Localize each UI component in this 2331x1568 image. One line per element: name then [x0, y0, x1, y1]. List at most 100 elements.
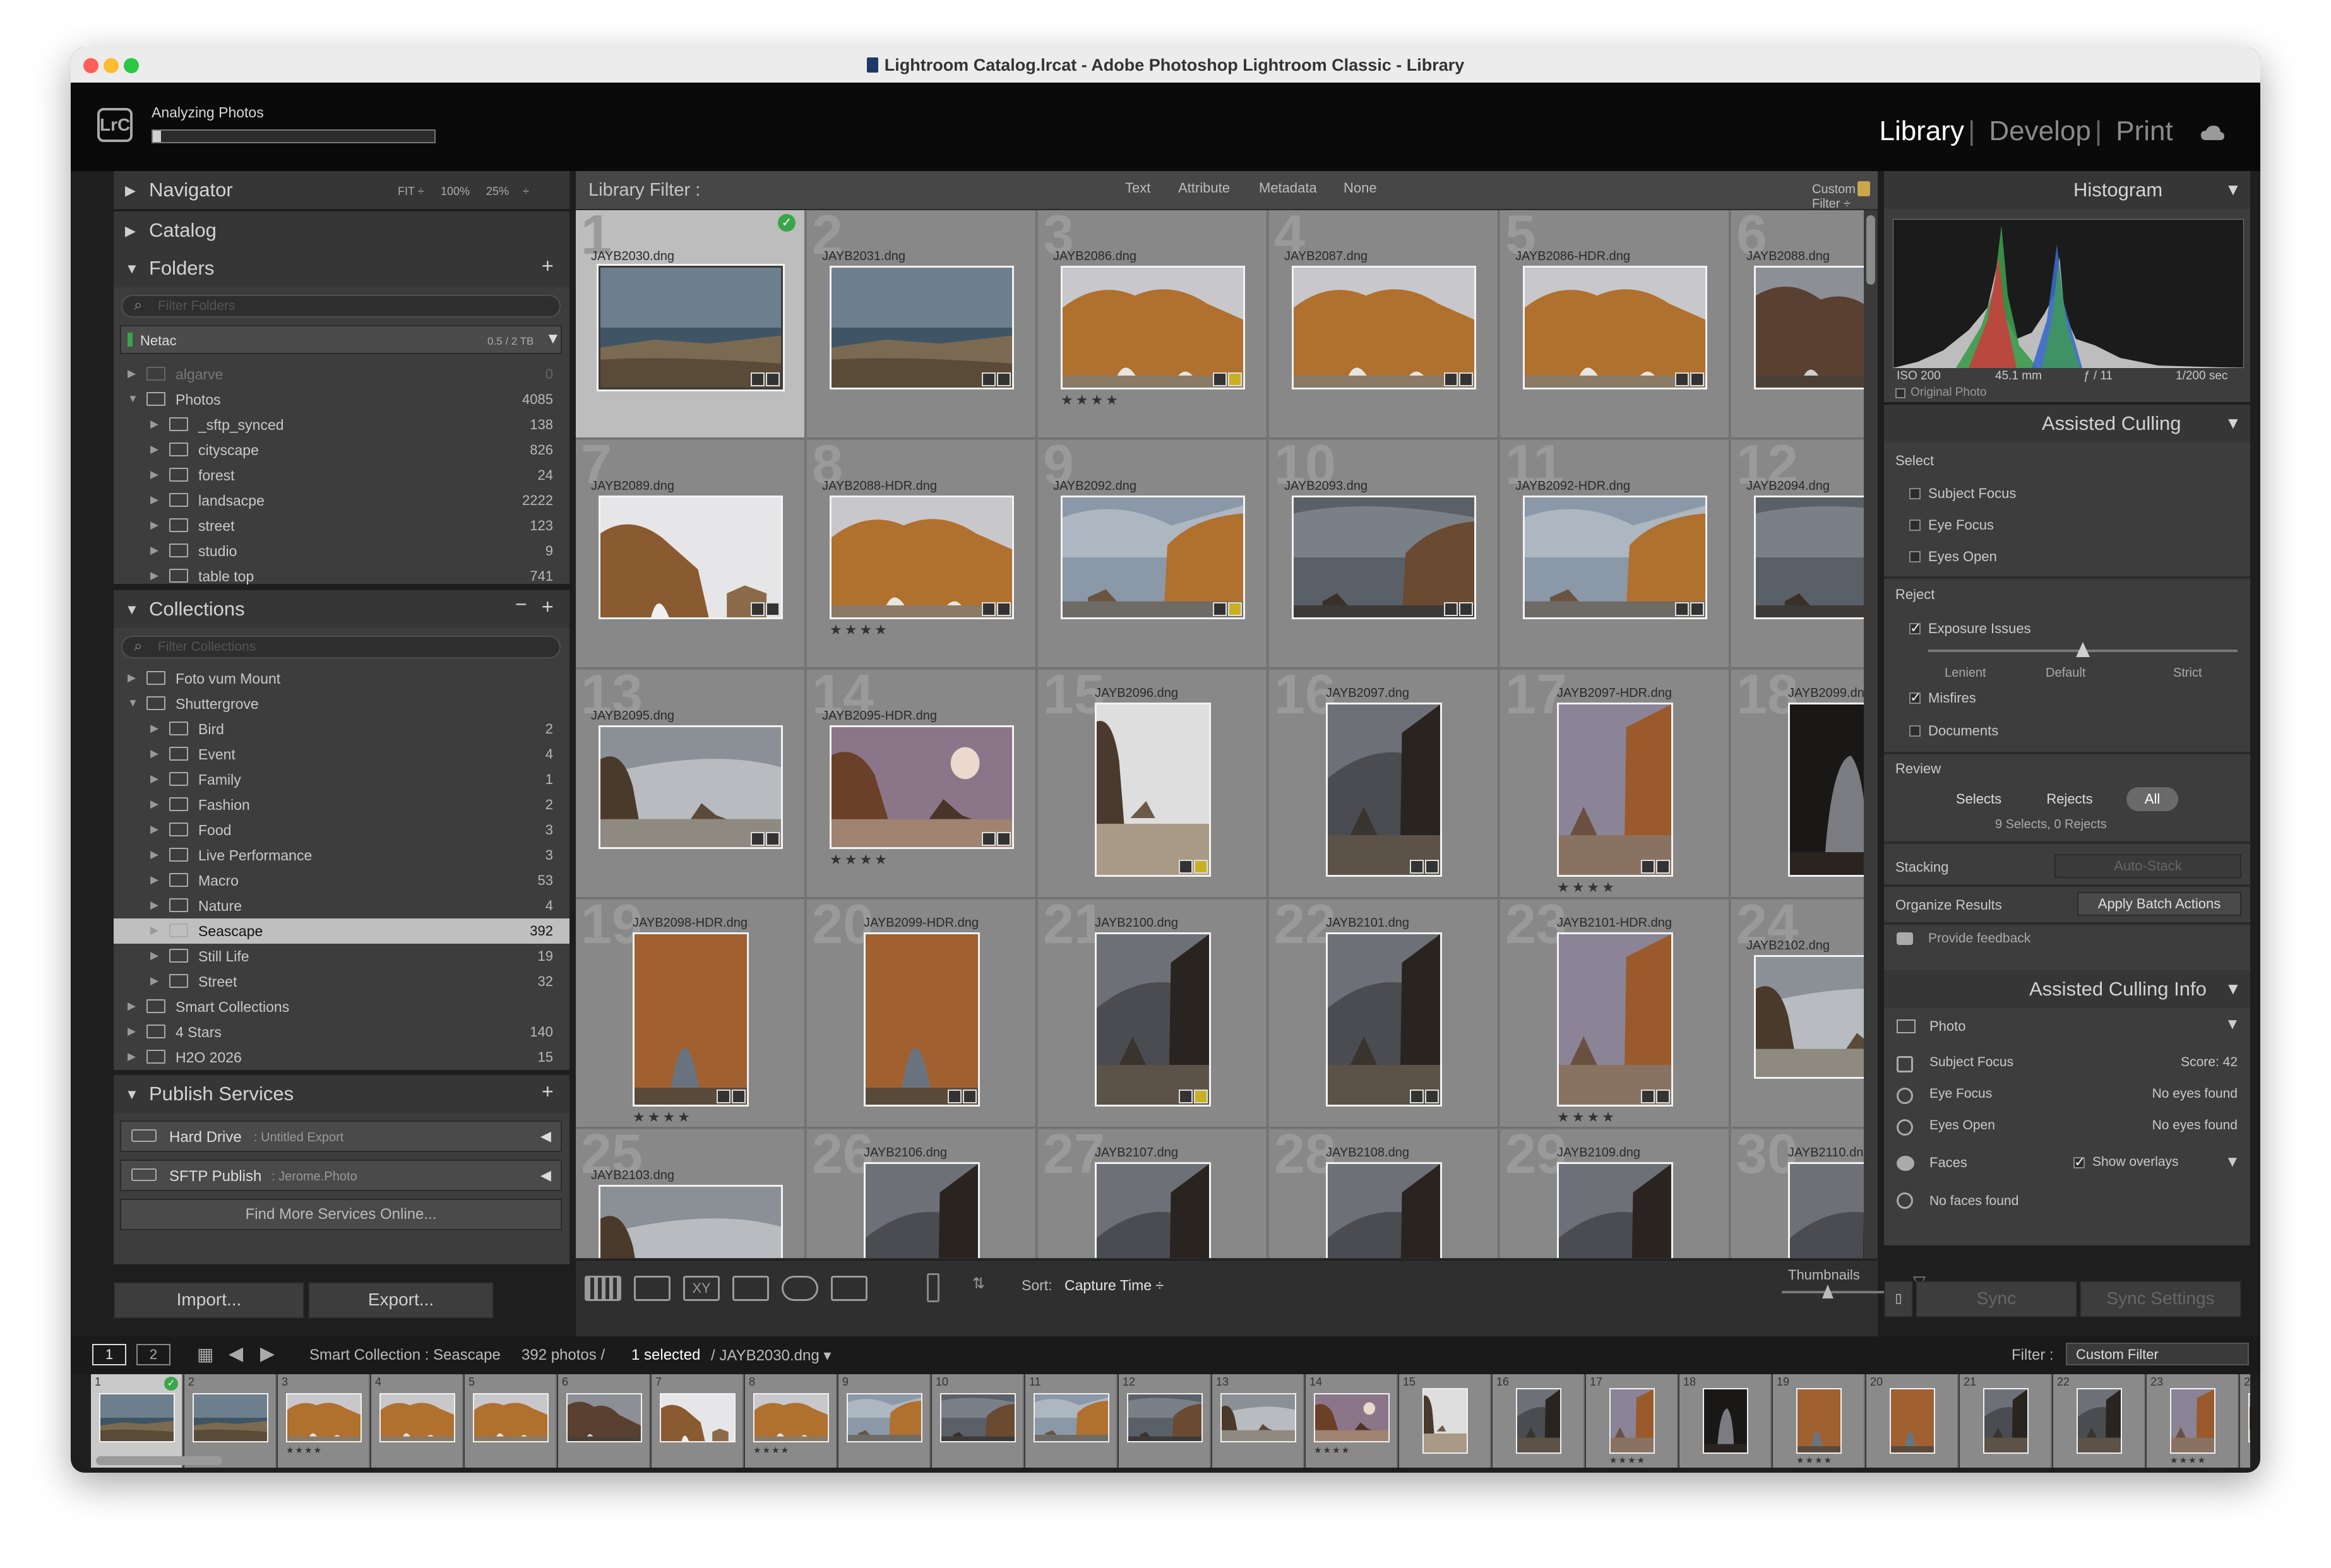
grid-cell[interactable]: 16 JAYB2097.dng: [1269, 670, 1499, 898]
filmstrip-cell[interactable]: 3 ★★★★: [278, 1374, 370, 1468]
review-option-all[interactable]: All: [2126, 787, 2178, 811]
filmstrip-thumbnail[interactable]: [566, 1393, 642, 1442]
filmstrip-thumbnail[interactable]: [940, 1393, 1016, 1442]
filmstrip-cell[interactable]: 17 ★★★★: [1586, 1374, 1678, 1468]
forward-arrow-icon[interactable]: ▶: [260, 1343, 275, 1365]
grid-cell[interactable]: 29 JAYB2109.dng: [1500, 1129, 1730, 1258]
filmstrip-cell[interactable]: 1 ✓: [91, 1374, 183, 1468]
filmstrip-thumbnail[interactable]: [660, 1393, 736, 1442]
filmstrip-cell[interactable]: 4: [371, 1374, 463, 1468]
filmstrip-thumbnail[interactable]: [2170, 1388, 2215, 1454]
grid-cell[interactable]: 13 JAYB2095.dng: [576, 670, 806, 898]
develop-badge-icon[interactable]: [1228, 372, 1242, 386]
filmstrip-cell[interactable]: 23 ★★★★: [2147, 1374, 2239, 1468]
secondary-window-button[interactable]: 2: [136, 1344, 170, 1365]
disclosure-closed-icon[interactable]: ▶: [150, 418, 158, 431]
main-window-button[interactable]: 1: [92, 1344, 126, 1365]
thumbnail-badges[interactable]: [1212, 372, 1242, 386]
develop-badge-icon[interactable]: [1690, 372, 1704, 386]
collection-item-family[interactable]: ▶ Family 1: [114, 767, 569, 792]
thumbnail-badges[interactable]: [981, 602, 1011, 616]
filmstrip-thumbnail[interactable]: [1220, 1393, 1296, 1442]
disclosure-closed-icon[interactable]: ▶: [150, 848, 158, 861]
metadata-badge-icon[interactable]: [982, 602, 996, 616]
collection-item-street[interactable]: ▶ Street 32: [114, 969, 569, 994]
collection-item-shuttergrove[interactable]: ▼ Shuttergrove: [114, 691, 569, 716]
folder-search-input[interactable]: Filter Folders: [121, 295, 561, 318]
grid-cell[interactable]: 2 JAYB2031.dng: [807, 210, 1037, 439]
filmstrip-thumbnail[interactable]: [193, 1393, 268, 1442]
collection-item-bird[interactable]: ▶ Bird 2: [114, 716, 569, 742]
filmstrip-filter-select[interactable]: Custom Filter: [2066, 1343, 2249, 1365]
rejection-threshold-slider[interactable]: [1928, 642, 2238, 657]
disclosure-closed-icon[interactable]: ▶: [150, 924, 158, 937]
filmstrip-cell[interactable]: 11: [1025, 1374, 1118, 1468]
filmstrip-cell[interactable]: 13: [1212, 1374, 1304, 1468]
export-button[interactable]: Export...: [308, 1282, 494, 1319]
photo-thumbnail[interactable]: [1754, 266, 1864, 389]
original-photo-checkbox[interactable]: [1895, 388, 1905, 398]
grid-cell[interactable]: 17 JAYB2097-HDR.dng ★★★★: [1500, 670, 1730, 898]
people-view-icon[interactable]: [782, 1276, 818, 1301]
grid-cell[interactable]: 21 JAYB2100.dng: [1038, 900, 1268, 1128]
disclosure-closed-icon[interactable]: ▶: [150, 443, 158, 456]
filmstrip-cell[interactable]: 20: [1866, 1374, 1958, 1468]
metadata-badge-icon[interactable]: [717, 1090, 730, 1103]
grid-cell[interactable]: 28 JAYB2108.dng: [1269, 1129, 1499, 1258]
back-arrow-icon[interactable]: ◀: [229, 1343, 243, 1365]
thumbnail-slider-knob[interactable]: [1822, 1285, 1833, 1298]
photo-thumbnail[interactable]: [864, 1162, 980, 1258]
metadata-badge-icon[interactable]: [1410, 860, 1424, 874]
disclosure-closed-icon[interactable]: ▶: [150, 468, 158, 481]
photo-thumbnail[interactable]: [830, 266, 1014, 389]
thumbnail-badges[interactable]: [1443, 372, 1473, 386]
filmstrip-thumbnail[interactable]: [1127, 1393, 1203, 1442]
disclosure-closed-icon[interactable]: ▶: [150, 773, 158, 785]
develop-badge-icon[interactable]: [1459, 372, 1473, 386]
auto-stack-button[interactable]: Auto-Stack: [2054, 854, 2241, 878]
develop-badge-icon[interactable]: [1194, 860, 1208, 874]
develop-badge-icon[interactable]: [1228, 602, 1242, 616]
thumbnail-badges[interactable]: [946, 1090, 977, 1103]
publish-menu-icon[interactable]: ◀: [540, 1128, 551, 1144]
disclosure-open-icon[interactable]: ▼: [128, 697, 138, 710]
disclosure-closed-icon[interactable]: ▶: [150, 798, 158, 811]
photo-thumbnail[interactable]: [1095, 932, 1211, 1107]
disclosure-closed-icon[interactable]: ▶: [150, 569, 158, 582]
disclosure-closed-icon[interactable]: ▶: [128, 1025, 136, 1038]
develop-badge-icon[interactable]: [1194, 1090, 1208, 1103]
filmstrip-cell[interactable]: 24: [2240, 1374, 2250, 1468]
zoom-more[interactable]: ÷: [523, 185, 529, 198]
filmstrip-cell[interactable]: 12: [1119, 1374, 1211, 1468]
thumbnail-badges[interactable]: [1443, 602, 1473, 616]
grid-cell[interactable]: 9 JAYB2092.dng: [1038, 440, 1268, 668]
develop-badge-icon[interactable]: [732, 1090, 746, 1103]
filmstrip-cell[interactable]: 9: [838, 1374, 931, 1468]
collection-item-food[interactable]: ▶ Food 3: [114, 817, 569, 843]
photo-thumbnail[interactable]: [1557, 1162, 1673, 1258]
develop-badge-icon[interactable]: [1425, 1090, 1439, 1103]
star-rating[interactable]: ★★★★: [830, 622, 890, 638]
collections-header[interactable]: ▼ Collections − +: [114, 590, 569, 628]
collection-item-live-performance[interactable]: ▶ Live Performance 3: [114, 843, 569, 868]
module-develop[interactable]: Develop: [1989, 116, 2090, 146]
grid-cell[interactable]: 1 JAYB2030.dng ✓: [576, 210, 806, 439]
develop-badge-icon[interactable]: [1425, 860, 1439, 874]
filmstrip-thumbnail[interactable]: [1796, 1388, 1842, 1454]
photo-thumbnail[interactable]: [1292, 266, 1476, 389]
filmstrip-thumbnail[interactable]: [1609, 1388, 1655, 1454]
grid-cell[interactable]: 4 JAYB2087.dng: [1269, 210, 1499, 439]
star-rating[interactable]: ★★★★: [1061, 392, 1121, 408]
filmstrip-cell[interactable]: 19 ★★★★: [1773, 1374, 1865, 1468]
add-folder-icon[interactable]: +: [542, 254, 554, 278]
star-rating[interactable]: ★★★★: [830, 852, 890, 868]
filmstrip-thumbnail[interactable]: [379, 1393, 455, 1442]
lock-icon[interactable]: [1857, 181, 1870, 196]
filmstrip-source[interactable]: Smart Collection : Seascape: [309, 1346, 501, 1364]
grid-cell[interactable]: 5 JAYB2086-HDR.dng: [1500, 210, 1730, 439]
sync-toggle-switch[interactable]: ▯: [1884, 1281, 1913, 1317]
photo-thumbnail[interactable]: [1326, 703, 1442, 877]
folder-item-table-top[interactable]: ▶ table top 741: [114, 564, 569, 589]
thumbnail-badges[interactable]: [1640, 860, 1670, 874]
filmstrip-thumbnail[interactable]: [753, 1393, 829, 1442]
